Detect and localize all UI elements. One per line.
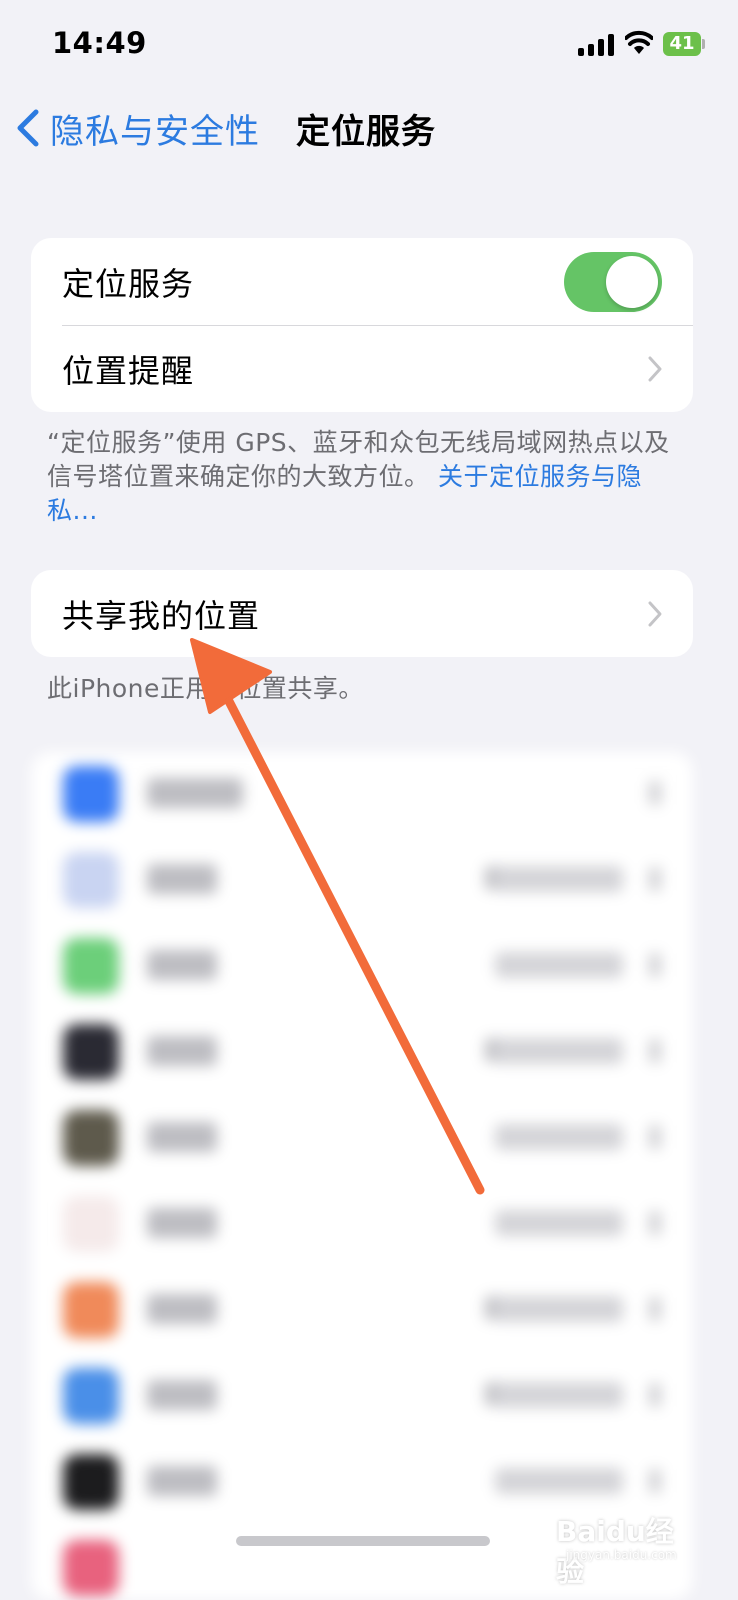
- location-services-footnote: “定位服务”使用 GPS、蓝牙和众包无线局域网热点以及信号塔位置来确定你的大致方…: [47, 426, 677, 528]
- list-item[interactable]: [31, 1268, 693, 1354]
- app-icon: [63, 1282, 119, 1338]
- list-item[interactable]: [31, 752, 693, 838]
- chevron-right-icon: [648, 356, 662, 381]
- app-icon: [63, 1196, 119, 1252]
- app-icon: [63, 1368, 119, 1424]
- share-location-footnote: 此iPhone正用于位置共享。: [47, 674, 364, 703]
- app-icon: [63, 1540, 119, 1596]
- status-bar: 14:49 41: [0, 0, 738, 90]
- app-location-list: [31, 752, 693, 1600]
- location-services-group: 定位服务 位置提醒: [31, 238, 693, 412]
- page-title: 定位服务: [296, 112, 436, 152]
- home-indicator: [236, 1536, 490, 1546]
- location-alerts-label: 位置提醒: [62, 351, 195, 390]
- list-item[interactable]: [31, 1096, 693, 1182]
- location-services-label: 定位服务: [62, 264, 195, 303]
- back-button-label: 隐私与安全性: [50, 111, 260, 152]
- battery-icon: 41: [663, 32, 705, 56]
- chevron-right-icon: [648, 601, 662, 626]
- status-time: 14:49: [52, 26, 147, 60]
- share-location-group: 共享我的位置: [31, 570, 693, 657]
- chevron-left-icon: [17, 109, 39, 147]
- location-services-row: 定位服务: [31, 238, 693, 325]
- toggle-knob: [606, 256, 658, 308]
- list-item[interactable]: [31, 1182, 693, 1268]
- back-button[interactable]: 隐私与安全性: [14, 100, 260, 156]
- list-item[interactable]: [31, 924, 693, 1010]
- watermark-url: jingyan.baidu.com: [566, 1548, 677, 1562]
- cellular-signal-icon: [578, 34, 614, 56]
- location-services-toggle[interactable]: [564, 252, 662, 312]
- list-item[interactable]: [31, 838, 693, 924]
- list-item[interactable]: [31, 1354, 693, 1440]
- baidu-watermark: Baidu经验 jingyan.baidu.com: [556, 1500, 696, 1588]
- app-icon: [63, 852, 119, 908]
- location-alerts-row[interactable]: 位置提醒: [31, 325, 693, 412]
- list-item[interactable]: [31, 1010, 693, 1096]
- share-my-location-row[interactable]: 共享我的位置: [31, 570, 693, 657]
- share-my-location-label: 共享我的位置: [62, 596, 261, 635]
- app-icon: [63, 1110, 119, 1166]
- battery-level: 41: [669, 33, 695, 54]
- app-icon: [63, 1454, 119, 1510]
- wifi-icon: [625, 30, 653, 54]
- app-icon: [63, 1024, 119, 1080]
- app-icon: [63, 766, 119, 822]
- app-icon: [63, 938, 119, 994]
